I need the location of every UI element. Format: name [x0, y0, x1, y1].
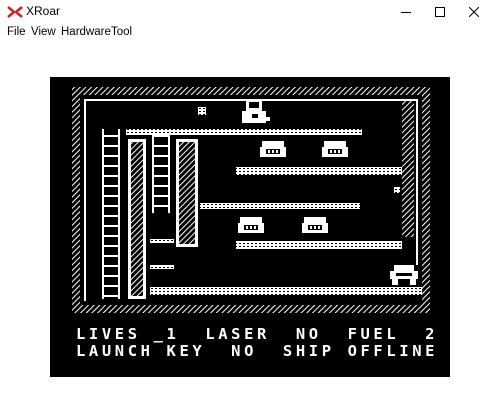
enemy-pod-3	[238, 217, 264, 233]
menu-file[interactable]: File	[7, 26, 26, 38]
enemy-pod-1	[260, 141, 286, 157]
enemy-robot	[390, 265, 418, 285]
ladder-middle	[152, 129, 170, 213]
emulator-viewport: LIVES _1 LASER NO FUEL 2 LAUNCH KEY NO S…	[0, 42, 500, 415]
game-screen[interactable]: LIVES _1 LASER NO FUEL 2 LAUNCH KEY NO S…	[50, 77, 450, 377]
menu-bar: File View Hardware Tool	[0, 24, 500, 42]
menu-view[interactable]: View	[31, 26, 56, 38]
close-button[interactable]	[458, 0, 490, 24]
menu-hardware[interactable]: Hardware	[61, 26, 111, 38]
minimize-button[interactable]	[390, 0, 422, 24]
enemy-pod-4	[302, 217, 328, 233]
xroar-logo-icon	[7, 6, 23, 18]
maximize-icon	[435, 7, 445, 17]
pillar-left	[128, 139, 146, 299]
maximize-button[interactable]	[424, 0, 456, 24]
title-bar: XRoar	[0, 0, 500, 24]
platforms	[126, 107, 422, 295]
menu-tool[interactable]: Tool	[111, 26, 132, 38]
enemy-pod-2	[322, 141, 348, 157]
minimize-icon	[401, 12, 411, 13]
window-title: XRoar	[26, 4, 61, 18]
status-line-1: LIVES _1 LASER NO FUEL 2	[76, 325, 439, 343]
player-astronaut	[242, 99, 270, 123]
pillar-right	[176, 139, 198, 247]
ladder-left	[102, 129, 120, 299]
close-icon	[469, 7, 479, 17]
status-line-2: LAUNCH KEY NO SHIP OFFLINE	[76, 342, 439, 360]
